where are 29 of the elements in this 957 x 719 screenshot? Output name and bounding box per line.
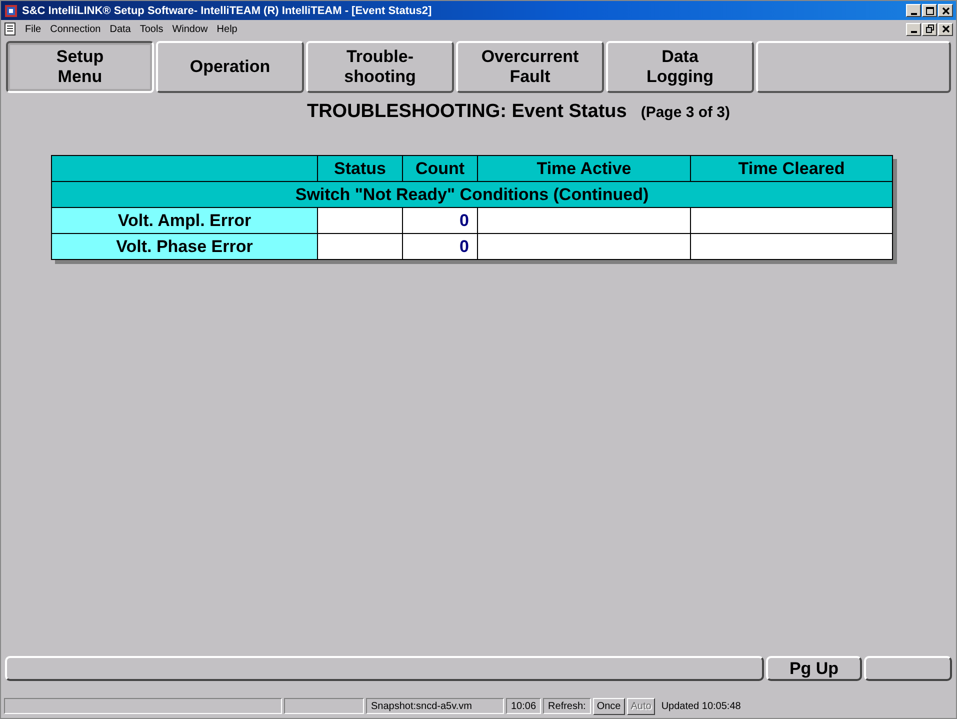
window-title: S&C IntelliLINK® Setup Software- IntelliTEAM (R) IntelliTEAM - [Event Status2] bbox=[22, 4, 433, 16]
menu-item[interactable]: Window bbox=[172, 24, 208, 34]
table-cell: 0 bbox=[402, 234, 478, 260]
row-label: Volt. Phase Error bbox=[52, 234, 318, 260]
clock-status: 10:06 bbox=[506, 698, 542, 714]
table-cell: 0 bbox=[402, 208, 478, 234]
page-heading: TROUBLESHOOTING: Event Status bbox=[306, 101, 627, 123]
nav-button[interactable]: Overcurrent Fault bbox=[456, 41, 604, 93]
column-header: Time Active bbox=[478, 156, 690, 182]
column-header: Status bbox=[318, 156, 402, 182]
menu-item[interactable]: Help bbox=[216, 24, 238, 34]
once-button[interactable]: Once bbox=[592, 698, 625, 714]
nav-button[interactable]: Trouble- shooting bbox=[306, 41, 454, 93]
page-indicator: (Page 3 of 3) bbox=[640, 104, 730, 121]
menu-item[interactable]: Data bbox=[110, 24, 131, 34]
nav-button[interactable]: Data Logging bbox=[606, 41, 754, 93]
nav-button[interactable]: Operation bbox=[156, 41, 304, 93]
row-label: Volt. Ampl. Error bbox=[52, 208, 318, 234]
page-up-button[interactable]: Pg Up bbox=[766, 656, 862, 681]
menu-item[interactable]: Connection bbox=[50, 24, 101, 34]
nav-button[interactable]: Setup Menu bbox=[6, 41, 154, 93]
menu-item[interactable]: Tools bbox=[140, 24, 164, 34]
snapshot-status: Snapshot:sncd-a5v.vm bbox=[366, 698, 504, 714]
updated-status: Updated 10:05:48 bbox=[660, 700, 741, 712]
column-header: Count bbox=[402, 156, 478, 182]
menu-item[interactable]: File bbox=[25, 24, 42, 34]
refresh-label: Refresh: bbox=[543, 698, 591, 714]
section-header: Switch "Not Ready" Conditions (Continued) bbox=[52, 182, 892, 208]
column-header: Time Cleared bbox=[690, 156, 892, 182]
